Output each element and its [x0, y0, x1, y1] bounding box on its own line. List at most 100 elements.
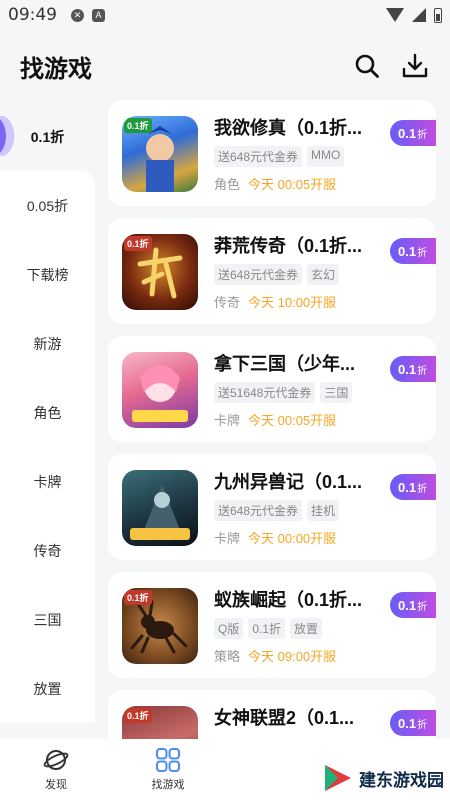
game-icon — [122, 352, 198, 428]
watermark-text: 建东游戏园 — [359, 770, 444, 790]
game-card[interactable]: 0.1折 女神联盟2（0.1... 0.1 折 — [108, 690, 436, 739]
sidebar-item-label: 0.05折 — [26, 197, 69, 214]
discount-unit: 折 — [417, 365, 428, 377]
sidebar-item-label: 下载榜 — [26, 266, 69, 283]
discount-badge: 0.1 折 — [390, 238, 436, 264]
game-card[interactable]: 拿下三国（少年... 送51648元代金券 三国 卡牌 今天 00:05开服 0… — [108, 336, 436, 442]
game-art-icon — [132, 365, 188, 422]
active-indicator — [0, 116, 14, 156]
game-tag: 送51648元代金券 — [214, 382, 316, 403]
battery-icon — [434, 7, 442, 23]
discount-unit: 折 — [417, 601, 428, 613]
sidebar-item-label: 卡牌 — [33, 473, 62, 490]
category-sidebar: 0.1折 0.05折 下载榜 新游 角色 卡牌 传奇 三国 放置 — [0, 102, 95, 739]
sidebar-item-label: 传奇 — [33, 542, 62, 559]
game-tag: MMO — [307, 146, 345, 167]
nav-label: 找游戏 — [151, 779, 185, 791]
search-icon — [355, 54, 379, 78]
game-icon: 0.1折 — [122, 234, 198, 310]
game-category: 传奇 — [214, 295, 241, 310]
game-tag: 送648元代金券 — [214, 146, 303, 167]
status-time: 09:49 — [8, 5, 57, 25]
discount-unit: 折 — [417, 129, 428, 141]
signal-icon — [412, 8, 426, 22]
game-tag: 三国 — [320, 382, 353, 403]
bottom-nav: 发现 找游戏 建东游戏园 — [0, 739, 450, 800]
download-button[interactable] — [400, 51, 430, 81]
sidebar-item-label: 新游 — [33, 335, 62, 352]
nav-label: 发现 — [45, 779, 67, 791]
game-card[interactable]: 九州异兽记（0.1... 送648元代金券 挂机 卡牌 今天 00:00开服 0… — [108, 454, 436, 560]
game-tag: 玄幻 — [307, 264, 340, 285]
server-open-time: 今天 00:00开服 — [248, 531, 337, 546]
game-tags: 送648元代金券 MMO — [214, 146, 345, 167]
game-name: 莽荒传奇（0.1折... — [214, 236, 363, 256]
sidebar-item-0.1-discount[interactable]: 0.1折 — [0, 102, 95, 171]
game-name: 女神联盟2（0.1... — [214, 708, 355, 728]
discount-mini-badge: 0.1折 — [124, 590, 152, 605]
nav-find-games[interactable]: 找游戏 — [112, 747, 224, 792]
game-card[interactable]: 0.1折 我欲修真（0.1折... 送648元代金券 MMO 角色 今天 00:… — [108, 100, 436, 206]
discount-unit: 折 — [417, 719, 428, 731]
download-icon — [402, 53, 428, 78]
game-meta: 策略 今天 09:00开服 — [214, 646, 336, 665]
game-tag: 0.1折 — [248, 618, 286, 639]
sidebar-item-download-rank[interactable]: 下载榜 — [0, 240, 95, 309]
sidebar-item-card[interactable]: 卡牌 — [0, 447, 95, 516]
discount-unit: 折 — [417, 247, 428, 259]
sidebar-item-0.05-discount[interactable]: 0.05折 — [0, 171, 95, 240]
status-notification-icons: ✕ A — [71, 8, 105, 22]
game-meta: 卡牌 今天 00:00开服 — [214, 528, 336, 547]
game-tags: 送648元代金券 挂机 — [214, 500, 340, 521]
sidebar-item-label: 三国 — [33, 611, 62, 628]
game-category: 角色 — [214, 177, 241, 192]
game-meta: 角色 今天 00:05开服 — [214, 174, 336, 193]
server-open-time: 今天 10:00开服 — [248, 295, 337, 310]
server-open-time: 今天 09:00开服 — [248, 649, 337, 664]
game-art-icon — [130, 484, 190, 540]
game-name: 蚁族崛起（0.1折... — [214, 590, 363, 610]
server-open-time: 今天 00:05开服 — [248, 177, 337, 192]
game-tag: Q版 — [214, 618, 244, 639]
blocked-notification-icon: ✕ — [71, 8, 84, 22]
discount-mini-badge: 0.1折 — [124, 118, 152, 133]
header-actions — [352, 51, 430, 81]
discount-badge: 0.1 折 — [390, 474, 436, 500]
discount-value: 0.1 — [398, 361, 417, 377]
game-tag: 放置 — [290, 618, 323, 639]
sidebar-item-idle[interactable]: 放置 — [0, 654, 95, 723]
game-card[interactable]: 0.1折 莽荒传奇（0.1折... 送648元代金券 玄幻 传奇 今天 10:0… — [108, 218, 436, 324]
sidebar-item-new-games[interactable]: 新游 — [0, 309, 95, 378]
discount-mini-badge: 0.1折 — [124, 708, 152, 723]
page-title: 找游戏 — [20, 55, 92, 83]
status-system-icons — [386, 7, 442, 23]
game-tag: 挂机 — [307, 500, 340, 521]
game-icon: 0.1折 — [122, 706, 198, 739]
game-card[interactable]: 0.1折 蚁族崛起（0.1折... Q版 0.1折 放置 策略 今天 09:00… — [108, 572, 436, 678]
sidebar-item-legend[interactable]: 传奇 — [0, 516, 95, 585]
discount-value: 0.1 — [398, 715, 417, 731]
game-tag: 送648元代金券 — [214, 264, 303, 285]
nav-discover[interactable]: 发现 — [0, 747, 112, 792]
game-name: 我欲修真（0.1折... — [214, 118, 363, 138]
game-tags: 送51648元代金券 三国 — [214, 382, 353, 403]
status-bar: 09:49 ✕ A — [0, 0, 450, 30]
search-button[interactable] — [352, 51, 382, 81]
sidebar-item-three-kingdoms[interactable]: 三国 — [0, 585, 95, 654]
sidebar-item-role[interactable]: 角色 — [0, 378, 95, 447]
discount-value: 0.1 — [398, 243, 417, 259]
discount-value: 0.1 — [398, 597, 417, 613]
server-open-time: 今天 00:05开服 — [248, 413, 337, 428]
game-category: 卡牌 — [214, 413, 241, 428]
watermark-logo-icon — [325, 765, 351, 791]
game-tag: 送648元代金券 — [214, 500, 303, 521]
discount-value: 0.1 — [398, 479, 417, 495]
game-tags: Q版 0.1折 放置 — [214, 618, 323, 639]
game-name: 九州异兽记（0.1... — [214, 472, 363, 492]
wifi-icon — [386, 8, 404, 22]
game-category: 策略 — [214, 649, 241, 664]
game-list: 0.1折 我欲修真（0.1折... 送648元代金券 MMO 角色 今天 00:… — [108, 100, 436, 739]
header: 找游戏 — [0, 30, 450, 102]
planet-icon — [43, 750, 69, 770]
discount-value: 0.1 — [398, 125, 417, 141]
